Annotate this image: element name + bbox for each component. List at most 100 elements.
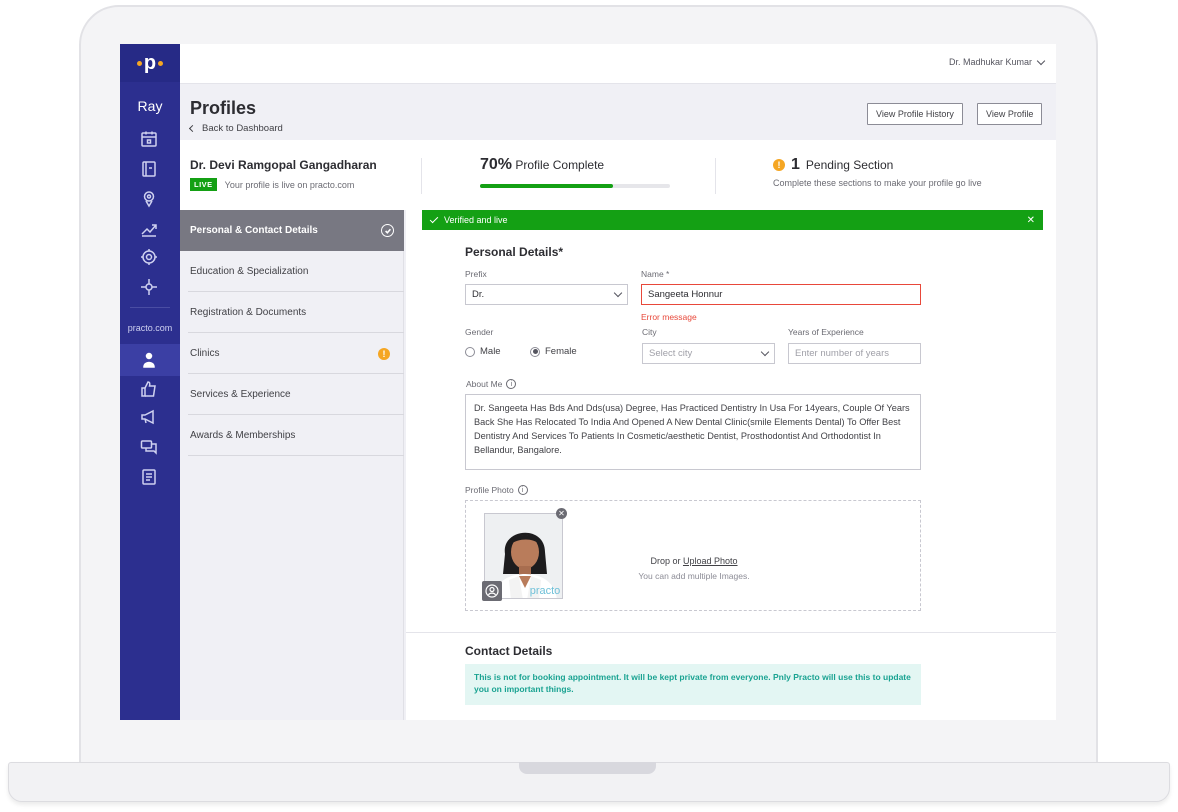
about-me-label: About Me i: [466, 379, 517, 389]
section-label: Clinics: [190, 348, 220, 359]
name-value: Sangeeta Honnur: [648, 289, 723, 300]
gender-label: Gender: [465, 327, 494, 337]
top-bar: Dr. Madhukar Kumar: [180, 44, 1056, 84]
app-screen: p Ray practo.com Dr. Madhukar Kumar Prof…: [120, 44, 1056, 720]
divider: [715, 158, 716, 194]
upload-photo-link[interactable]: Upload Photo: [683, 556, 738, 566]
remove-photo-icon[interactable]: ✕: [556, 508, 567, 519]
profile-completion-title: 70% Profile Complete: [480, 156, 604, 174]
doctor-name: Dr. Devi Ramgopal Gangadharan: [190, 158, 377, 172]
section-label: Awards & Memberships: [190, 430, 296, 441]
prefix-select[interactable]: Dr.: [465, 284, 628, 305]
live-badge: LIVE: [190, 178, 217, 191]
experience-input[interactable]: Enter number of years: [788, 343, 921, 364]
section-education[interactable]: Education & Specialization: [180, 251, 404, 292]
section-services[interactable]: Services & Experience: [180, 374, 404, 415]
user-menu[interactable]: Dr. Madhukar Kumar: [948, 56, 1046, 67]
verified-banner-text: Verified and live: [444, 215, 508, 225]
profile-form: Verified and live ✕ Personal Details* Pr…: [406, 210, 1056, 720]
prefix-label: Prefix: [465, 269, 487, 279]
section-label: Education & Specialization: [190, 266, 309, 277]
feedback-thumbs-up-icon[interactable]: [140, 380, 158, 398]
practo-site-label: practo.com: [127, 323, 173, 333]
profile-photo-label: Profile Photo i: [465, 485, 528, 495]
pending-sections-title: ! 1 Pending Section: [773, 156, 893, 174]
profile-section-nav: Personal & Contact Details Education & S…: [180, 210, 404, 720]
back-link-label: Back to Dashboard: [202, 123, 283, 134]
warning-icon: !: [378, 347, 390, 360]
section-divider: [406, 632, 1056, 633]
radio-button[interactable]: [465, 346, 475, 357]
calendar-icon[interactable]: [140, 130, 158, 148]
view-profile-button[interactable]: View Profile: [977, 103, 1043, 125]
chevron-down-icon: [613, 288, 623, 298]
section-label: Personal & Contact Details: [190, 225, 318, 236]
pending-subtitle: Complete these sections to make your pro…: [773, 178, 982, 188]
profile-summary: Dr. Devi Ramgopal Gangadharan LIVE Your …: [180, 140, 1056, 210]
sidebar-divider: [130, 307, 170, 308]
drop-instruction: Drop or Upload Photo: [466, 556, 922, 566]
consult-chat-icon[interactable]: [140, 438, 158, 456]
patients-book-icon[interactable]: [140, 160, 158, 178]
personal-details-title: Personal Details*: [465, 245, 564, 259]
section-label: Services & Experience: [190, 389, 291, 400]
section-label: Registration & Documents: [190, 307, 307, 318]
laptop-notch: [519, 762, 656, 774]
radio-label: Female: [545, 346, 577, 357]
completion-percent: 70%: [480, 156, 513, 173]
name-error-message: Error message: [641, 312, 697, 322]
drop-prefix: Drop or: [650, 556, 681, 566]
contact-privacy-notice: This is not for booking appointment. It …: [465, 664, 921, 705]
set-avatar-icon[interactable]: [482, 581, 502, 601]
gender-female-radio[interactable]: Female: [530, 346, 577, 357]
name-input[interactable]: Sangeeta Honnur: [641, 284, 921, 305]
reports-chart-icon[interactable]: [140, 220, 158, 238]
contact-details-title: Contact Details: [465, 644, 553, 658]
check-circle-icon: [381, 224, 394, 237]
gender-male-radio[interactable]: Male: [465, 346, 501, 357]
prefix-value: Dr.: [472, 289, 485, 300]
info-icon[interactable]: i: [517, 485, 528, 495]
user-name: Dr. Madhukar Kumar: [948, 57, 1032, 67]
about-me-label-text: About Me: [466, 379, 503, 389]
ray-product-label: Ray: [137, 98, 163, 114]
chevron-left-icon: [188, 124, 197, 133]
radio-button[interactable]: [530, 346, 540, 357]
warning-icon: !: [773, 159, 785, 171]
profile-progress-bar: [480, 184, 670, 188]
verified-banner: Verified and live ✕: [422, 210, 1043, 230]
photo-dropzone[interactable]: practo ✕ Drop or Upload Photo You can ad…: [465, 500, 921, 611]
section-clinics[interactable]: Clinics !: [180, 333, 404, 374]
chevron-down-icon: [1036, 56, 1046, 65]
integrations-icon[interactable]: [140, 278, 158, 296]
completion-label: Profile Complete: [515, 158, 605, 172]
practo-logo[interactable]: p: [120, 44, 180, 82]
location-pin-icon[interactable]: [140, 190, 158, 208]
info-icon[interactable]: i: [506, 379, 517, 389]
drop-subtext: You can add multiple Images.: [638, 571, 750, 581]
divider: [421, 158, 422, 194]
city-placeholder: Select city: [649, 348, 693, 359]
profile-photo-label-text: Profile Photo: [465, 485, 514, 495]
radio-label: Male: [480, 346, 501, 357]
name-label: Name *: [641, 269, 670, 279]
section-personal-contact[interactable]: Personal & Contact Details: [180, 210, 404, 251]
pending-count: 1: [791, 156, 800, 173]
check-icon: [429, 214, 439, 223]
chevron-down-icon: [760, 347, 770, 357]
section-awards[interactable]: Awards & Memberships: [180, 415, 404, 456]
about-me-textarea[interactable]: Dr. Sangeeta Has Bds And Dds(usa) Degree…: [465, 394, 921, 470]
profile-person-icon[interactable]: [140, 351, 158, 369]
live-status: LIVE Your profile is live on practo.com: [190, 178, 354, 191]
sidebar: p Ray practo.com: [120, 44, 180, 720]
live-status-text: Your profile is live on practo.com: [224, 179, 355, 190]
close-icon[interactable]: ✕: [1027, 215, 1035, 226]
notes-document-icon[interactable]: [140, 468, 158, 486]
city-select[interactable]: Select city: [642, 343, 775, 364]
back-to-dashboard-link[interactable]: Back to Dashboard: [188, 123, 283, 134]
announcements-megaphone-icon[interactable]: [140, 408, 158, 426]
view-profile-history-button[interactable]: View Profile History: [867, 103, 963, 125]
page-title: Profiles: [190, 98, 257, 118]
section-registration[interactable]: Registration & Documents: [180, 292, 404, 333]
settings-gear-icon[interactable]: [140, 248, 158, 266]
